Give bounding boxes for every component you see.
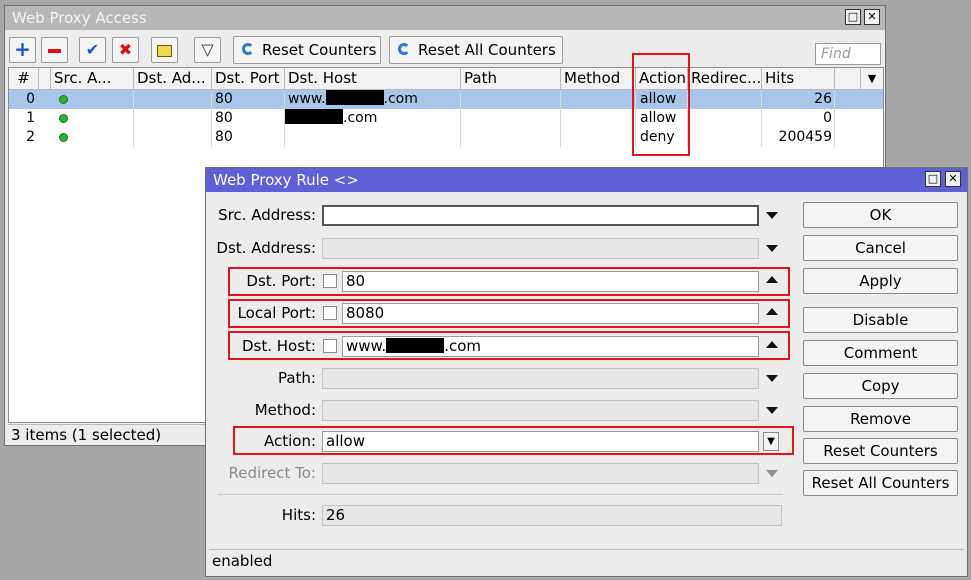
dst-host-cell: .com: [285, 109, 461, 128]
redirect-to-dropdown-icon: [766, 470, 778, 477]
dst-address-dropdown-icon[interactable]: [766, 245, 778, 252]
add-icon[interactable]: +: [9, 37, 36, 63]
table-row[interactable]: 0 80 www. .com allow 26: [9, 90, 883, 109]
local-port-collapse-icon[interactable]: [766, 308, 778, 315]
action-select[interactable]: allow: [322, 431, 759, 452]
hits-value: 26: [322, 505, 782, 526]
col-header-spacer: [39, 68, 51, 90]
comment-button[interactable]: Comment: [803, 340, 958, 366]
close-button[interactable]: ✕: [945, 171, 961, 187]
separator: [218, 494, 783, 495]
reset-all-counters-button[interactable]: Reset All Counters: [803, 470, 958, 496]
col-header-dst-address[interactable]: Dst. Ad...: [134, 68, 212, 90]
action-label: Action:: [263, 432, 316, 450]
filter-icon[interactable]: ▽: [194, 37, 221, 63]
column-chooser-dropdown-icon[interactable]: ▼: [861, 68, 883, 90]
copy-button[interactable]: Copy: [803, 373, 958, 399]
redaction: [325, 90, 384, 105]
col-header-blank: [835, 68, 861, 90]
table-row[interactable]: 1 80 .com allow 0: [9, 109, 883, 128]
find-input[interactable]: Find: [815, 43, 881, 65]
col-header-action[interactable]: Action: [636, 68, 688, 90]
src-address-dropdown-icon[interactable]: [766, 212, 778, 219]
remove-button[interactable]: Remove: [803, 406, 958, 432]
remove-icon[interactable]: [41, 37, 68, 63]
method-input[interactable]: [322, 400, 759, 421]
path-label: Path:: [277, 369, 316, 387]
window-title: Web Proxy Access: [12, 9, 147, 27]
title-bar[interactable]: Web Proxy Rule <> □ ✕: [206, 168, 967, 192]
reset-icon: [398, 43, 410, 55]
cancel-button[interactable]: Cancel: [803, 235, 958, 261]
dst-host-input[interactable]: www. .com: [342, 336, 759, 357]
comment-note-icon[interactable]: [151, 37, 178, 63]
dst-port-label: Dst. Port:: [246, 272, 316, 290]
status-bar: enabled: [209, 549, 964, 573]
close-button[interactable]: ✕: [864, 9, 880, 25]
dst-host-invert-checkbox[interactable]: [323, 339, 337, 353]
action-dropdown-icon[interactable]: ▼: [763, 432, 779, 451]
window-title: Web Proxy Rule <>: [213, 171, 359, 189]
dst-port-invert-checkbox[interactable]: [323, 274, 337, 288]
status-dot-icon: [51, 128, 134, 147]
dst-port-input[interactable]: 80: [342, 271, 759, 292]
method-label: Method:: [254, 401, 316, 419]
col-header-redirect[interactable]: Redirec...: [688, 68, 762, 90]
local-port-invert-checkbox[interactable]: [323, 306, 337, 320]
dst-host-label: Dst. Host:: [242, 337, 316, 355]
redaction: [386, 338, 445, 353]
dst-host-collapse-icon[interactable]: [766, 341, 778, 348]
web-proxy-rule-window: Web Proxy Rule <> □ ✕ Src. Address: Dst.…: [205, 167, 968, 577]
src-address-label: Src. Address:: [218, 206, 316, 224]
local-port-input[interactable]: 8080: [342, 303, 759, 324]
dst-address-input[interactable]: [322, 238, 759, 259]
hits-label: Hits:: [281, 506, 316, 524]
col-header-path[interactable]: Path: [461, 68, 561, 90]
col-header-dst-host[interactable]: Dst. Host: [285, 68, 461, 90]
col-header-method[interactable]: Method: [561, 68, 636, 90]
dst-port-collapse-icon[interactable]: [766, 276, 778, 283]
reset-all-counters-button[interactable]: Reset All Counters: [389, 36, 563, 64]
apply-button[interactable]: Apply: [803, 268, 958, 294]
redaction: [285, 109, 343, 124]
status-dot-icon: [51, 90, 134, 109]
disable-cross-icon[interactable]: ✖: [112, 37, 139, 63]
title-bar[interactable]: Web Proxy Access □ ✕: [5, 6, 885, 30]
src-address-input[interactable]: [322, 205, 759, 226]
col-header-hits[interactable]: Hits: [762, 68, 835, 90]
reset-counters-button[interactable]: Reset Counters: [233, 36, 381, 64]
maximize-button[interactable]: □: [925, 171, 941, 187]
local-port-label: Local Port:: [237, 304, 316, 322]
ok-button[interactable]: OK: [803, 202, 958, 228]
col-header-num[interactable]: #: [9, 68, 39, 90]
col-header-src-address[interactable]: Src. A...: [51, 68, 134, 90]
col-header-dst-port[interactable]: Dst. Port: [212, 68, 285, 90]
dst-address-label: Dst. Address:: [216, 239, 316, 257]
disable-button[interactable]: Disable: [803, 307, 958, 333]
maximize-button[interactable]: □: [845, 9, 861, 25]
path-input[interactable]: [322, 368, 759, 389]
status-dot-icon: [51, 109, 134, 128]
table-row[interactable]: 2 80 deny 200459: [9, 128, 883, 147]
dst-host-cell: www. .com: [285, 90, 461, 109]
redirect-to-input: [322, 463, 759, 484]
reset-counters-button[interactable]: Reset Counters: [803, 438, 958, 464]
method-dropdown-icon[interactable]: [766, 407, 778, 414]
path-dropdown-icon[interactable]: [766, 375, 778, 382]
enable-check-icon[interactable]: ✔: [79, 37, 106, 63]
redirect-to-label: Redirect To:: [228, 464, 316, 482]
reset-icon: [242, 43, 254, 55]
